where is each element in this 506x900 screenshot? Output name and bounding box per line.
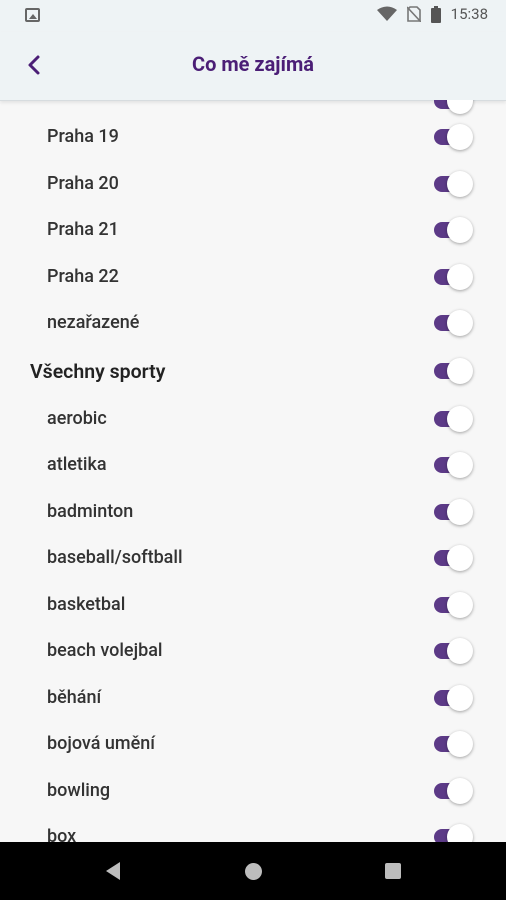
nav-home-icon[interactable] (245, 863, 262, 880)
list-item-basketbal: basketbal (0, 581, 506, 627)
list-item-label: bojová umění (47, 733, 155, 754)
list-item-label: badminton (47, 501, 134, 522)
toggle-switch[interactable] (434, 638, 474, 664)
list-item-label: běhání (47, 687, 102, 708)
list-item-nezarazene: nezařazené (0, 299, 506, 345)
list-item-praha-22: Praha 22 (0, 253, 506, 299)
toggle-knob (447, 545, 473, 571)
settings-list[interactable]: Praha 19 Praha 20 Praha 21 Praha 22 neza… (0, 100, 506, 842)
status-bar: 15:38 (0, 0, 506, 32)
toggle-knob (447, 310, 473, 336)
toggle-knob (447, 217, 473, 243)
toggle-knob (447, 100, 473, 114)
toggle-switch[interactable] (434, 731, 474, 757)
toggle-knob (447, 452, 473, 478)
toggle-switch[interactable] (434, 545, 474, 571)
list-item-label: bowling (47, 780, 111, 801)
battery-icon (430, 5, 441, 23)
toggle-knob (447, 778, 473, 804)
toggle-switch[interactable] (434, 100, 474, 114)
status-time: 15:38 (450, 5, 488, 23)
toggle-switch[interactable] (434, 499, 474, 525)
toggle-knob (447, 592, 473, 618)
toggle-switch[interactable] (434, 310, 474, 336)
system-nav-bar (0, 842, 506, 900)
toggle-switch[interactable] (434, 406, 474, 432)
list-item-atletika: atletika (0, 441, 506, 487)
list-item-label: Praha 19 (47, 126, 119, 147)
list-item-label: atletika (47, 454, 107, 475)
list-item-bojova-umeni: bojová umění (0, 720, 506, 766)
status-icons: 15:38 (376, 5, 488, 23)
toggle-switch[interactable] (434, 264, 474, 290)
no-sim-icon (406, 6, 421, 22)
toggle-knob (447, 358, 473, 384)
page-title: Co mě zajímá (191, 52, 314, 76)
toggle-knob (447, 499, 473, 525)
toggle-knob (447, 406, 473, 432)
list-item-label: beach volejbal (47, 640, 163, 661)
list-item-label: Praha 21 (47, 219, 119, 240)
list-item-praha-21: Praha 21 (0, 206, 506, 252)
list-item-aerobic: aerobic (0, 395, 506, 441)
toggle-knob (447, 638, 473, 664)
list-item-bowling: bowling (0, 767, 506, 813)
toggle-knob (447, 124, 473, 150)
toggle-switch[interactable] (434, 124, 474, 150)
toggle-switch[interactable] (434, 217, 474, 243)
list-item-label: basketbal (47, 594, 126, 615)
list-item-praha-19: Praha 19 (0, 113, 506, 159)
list-item-beach-volejbal: beach volejbal (0, 627, 506, 673)
toggle-knob (447, 171, 473, 197)
toggle-switch[interactable] (434, 778, 474, 804)
app-bar: Co mě zajímá (0, 32, 506, 101)
list-item-label: nezařazené (47, 312, 140, 333)
toggle-knob (447, 824, 473, 842)
wifi-icon (376, 6, 397, 22)
list-item-label: Praha 20 (47, 173, 119, 194)
image-icon (25, 8, 40, 22)
toggle-switch[interactable] (434, 685, 474, 711)
toggle-switch[interactable] (434, 592, 474, 618)
list-item-baseball-softball: baseball/softball (0, 534, 506, 580)
nav-back-icon[interactable] (104, 861, 122, 885)
list-item-behani: běhání (0, 674, 506, 720)
toggle-knob (447, 731, 473, 757)
toggle-switch[interactable] (434, 452, 474, 478)
group-header-vsechny-sporty: Všechny sporty (0, 347, 506, 393)
toggle-switch[interactable] (434, 171, 474, 197)
list-item-label: Praha 22 (47, 266, 119, 287)
list-item-box: box (0, 813, 506, 842)
list-item-label: aerobic (47, 408, 107, 429)
toggle-switch[interactable] (434, 824, 474, 842)
toggle-knob (447, 685, 473, 711)
nav-recents-icon[interactable] (385, 863, 401, 879)
list-item-label: box (47, 826, 77, 842)
group-header-label: Všechny sporty (30, 360, 166, 383)
list-item-badminton: badminton (0, 488, 506, 534)
list-item-label: baseball/softball (47, 547, 183, 568)
list-item-praha-20: Praha 20 (0, 160, 506, 206)
toggle-knob (447, 264, 473, 290)
toggle-switch[interactable] (434, 358, 474, 384)
